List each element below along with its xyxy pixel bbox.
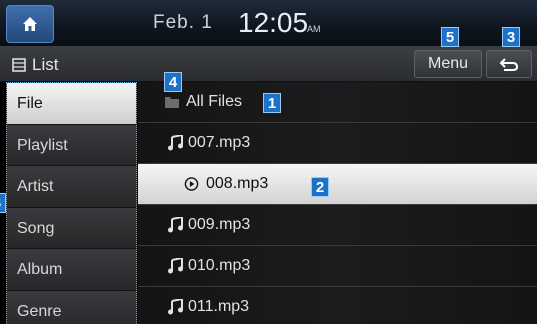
file-row-playing[interactable]: 008.mp3 bbox=[138, 164, 537, 205]
sidebar-item-artist[interactable]: Artist bbox=[7, 166, 136, 208]
folder-icon bbox=[165, 97, 179, 108]
music-note-icon bbox=[168, 258, 183, 274]
home-icon bbox=[23, 17, 37, 31]
callout-badge-2: 2 bbox=[311, 177, 329, 197]
list-header-bar: List Menu bbox=[0, 46, 537, 82]
play-circle-icon bbox=[184, 177, 199, 191]
music-note-icon bbox=[168, 135, 183, 151]
file-name: 007.mp3 bbox=[188, 134, 251, 151]
sidebar-item-playlist[interactable]: Playlist bbox=[7, 124, 136, 166]
file-row[interactable]: 011.mp3 bbox=[138, 287, 537, 324]
sidebar-item-album[interactable]: Album bbox=[7, 249, 136, 291]
back-arrow-icon bbox=[499, 58, 519, 71]
file-row[interactable]: 009.mp3 bbox=[138, 205, 537, 246]
callout-badge-6: 6 bbox=[0, 193, 6, 213]
file-row[interactable]: 007.mp3 bbox=[138, 123, 537, 164]
callout-badge-4: 4 bbox=[164, 72, 182, 92]
file-list: All Files 007.mp3 008.mp3 009.mp3 010.mp… bbox=[138, 82, 537, 324]
sidebar-item-genre[interactable]: Genre bbox=[7, 290, 136, 324]
list-icon bbox=[12, 58, 26, 72]
back-button[interactable] bbox=[486, 50, 532, 78]
home-button[interactable] bbox=[6, 5, 54, 43]
music-note-icon bbox=[168, 217, 183, 233]
category-sidebar: File Playlist Artist Song Album Genre bbox=[6, 82, 137, 324]
sidebar-item-song[interactable]: Song bbox=[7, 207, 136, 249]
clock-display: 12:05 bbox=[238, 7, 309, 38]
file-name: 009.mp3 bbox=[188, 216, 251, 233]
file-name: 008.mp3 bbox=[206, 175, 269, 192]
file-name: 010.mp3 bbox=[188, 257, 251, 274]
file-row[interactable]: 010.mp3 bbox=[138, 246, 537, 287]
menu-button[interactable]: Menu bbox=[414, 50, 482, 78]
callout-badge-1: 1 bbox=[263, 93, 281, 113]
callout-badge-3: 3 bbox=[502, 27, 520, 47]
music-note-icon bbox=[168, 299, 183, 315]
sidebar-item-file[interactable]: File bbox=[7, 83, 136, 125]
file-name: 011.mp3 bbox=[188, 298, 250, 315]
date-display: Feb. 1 bbox=[153, 12, 213, 33]
callout-badge-5: 5 bbox=[441, 27, 459, 47]
folder-label: All Files bbox=[186, 93, 243, 110]
list-title-text: List bbox=[32, 55, 59, 74]
list-title: List bbox=[12, 55, 58, 75]
folder-row[interactable]: All Files bbox=[138, 82, 537, 123]
am-pm-indicator: AM bbox=[307, 24, 321, 34]
